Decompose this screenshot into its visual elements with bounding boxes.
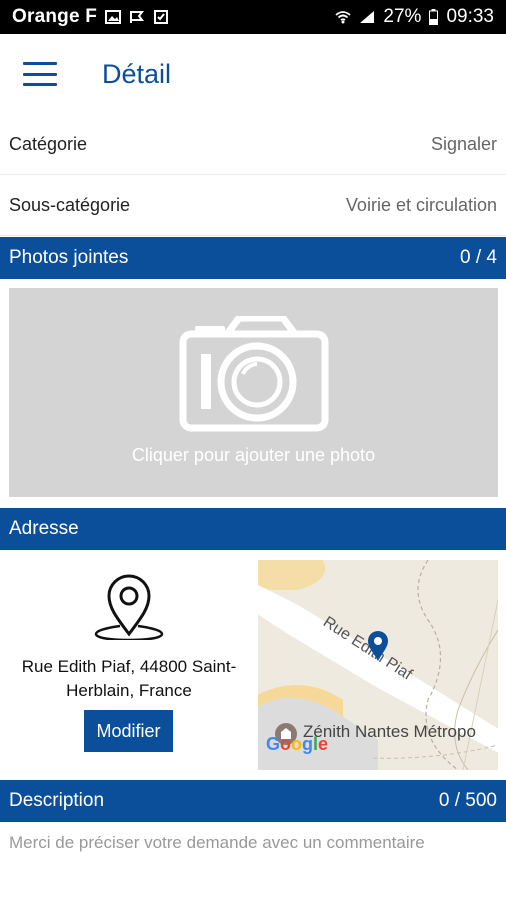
google-logo: Google xyxy=(266,734,329,754)
camera-icon xyxy=(179,316,329,432)
checklist-notification-icon xyxy=(154,10,169,24)
flag-notification-icon xyxy=(130,11,145,23)
status-bar-right: 27% 09:33 xyxy=(335,6,494,28)
add-photo-label: Cliquer pour ajouter une photo xyxy=(131,445,376,465)
add-photo-button[interactable]: Cliquer pour ajouter une photo xyxy=(9,288,498,497)
description-count: 0 / 500 xyxy=(438,790,497,811)
status-bar: Orange F 27% 09:33 xyxy=(0,0,506,34)
modify-address-button[interactable]: Modifier xyxy=(84,710,173,752)
app-bar: Détail xyxy=(0,34,506,114)
battery-percent: 27% xyxy=(383,6,422,27)
location-pin-icon xyxy=(94,574,164,640)
category-row[interactable]: Catégorie Signaler xyxy=(0,114,506,175)
wifi-icon xyxy=(335,11,352,24)
image-notification-icon xyxy=(105,10,122,24)
address-panel: Rue Edith Piaf, 44800 Saint- Herblain, F… xyxy=(0,560,258,770)
address-line-1: Rue Edith Piaf, 44800 Saint- xyxy=(21,657,237,676)
photos-section-header: Photos jointes 0 / 4 xyxy=(0,237,506,279)
category-label: Catégorie xyxy=(9,133,88,154)
signal-icon xyxy=(360,11,375,23)
photos-count: 0 / 4 xyxy=(460,247,497,268)
map-marker-icon xyxy=(368,631,388,661)
map-preview[interactable]: Rue Edith Piaf Zénith Nantes Métropo Goo… xyxy=(258,560,498,770)
address-section-header: Adresse xyxy=(0,508,506,550)
address-line-2: Herblain, France xyxy=(66,681,192,700)
subcategory-label: Sous-catégorie xyxy=(9,194,131,215)
category-value: Signaler xyxy=(430,133,497,154)
page-title: Détail xyxy=(102,58,172,89)
clock: 09:33 xyxy=(446,6,494,27)
menu-icon[interactable] xyxy=(23,62,57,86)
address-section-title: Adresse xyxy=(9,518,79,539)
photos-section-title: Photos jointes xyxy=(9,247,129,268)
poi-label: Zénith Nantes Métropo xyxy=(303,722,476,741)
address-text: Rue Edith Piaf, 44800 Saint- Herblain, F… xyxy=(0,655,258,703)
status-bar-left: Orange F xyxy=(12,6,169,28)
description-section-title: Description xyxy=(9,790,105,811)
battery-icon xyxy=(429,9,439,25)
description-input[interactable]: Merci de préciser votre demande avec un … xyxy=(9,833,499,853)
description-section-header: Description 0 / 500 xyxy=(0,780,506,822)
carrier-name: Orange F xyxy=(12,6,98,27)
subcategory-value: Voirie et circulation xyxy=(345,194,497,215)
subcategory-row[interactable]: Sous-catégorie Voirie et circulation xyxy=(0,175,506,236)
